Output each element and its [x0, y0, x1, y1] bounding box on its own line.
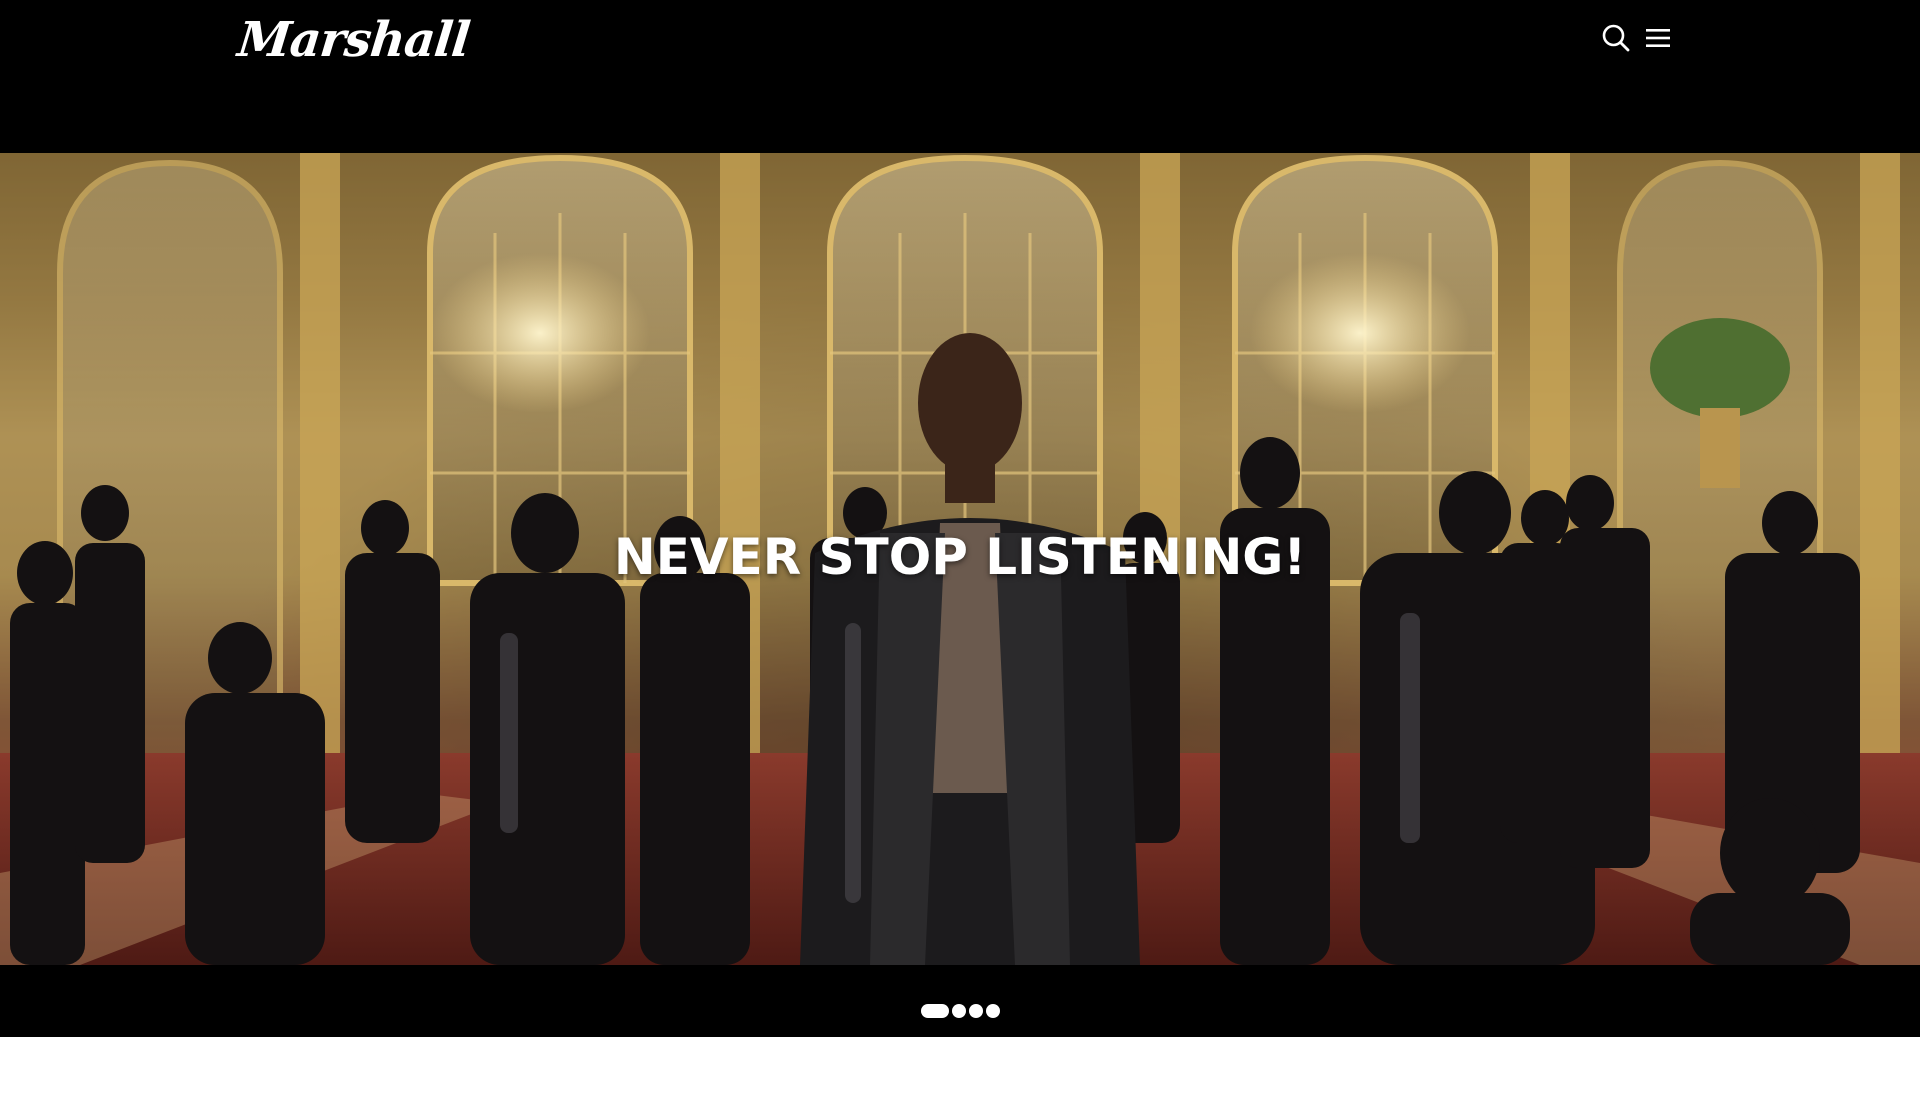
hero-banner[interactable]: NEVER STOP LISTENING! — [0, 153, 1920, 965]
site-header: Marshall — [0, 0, 1920, 153]
brand-logo[interactable]: Marshall — [235, 10, 472, 70]
carousel-strip — [0, 965, 1920, 1037]
carousel-dot-4[interactable] — [985, 1004, 1000, 1018]
content-area — [0, 1037, 1920, 1109]
header-actions — [1600, 22, 1674, 58]
carousel-dot-3[interactable] — [968, 1004, 983, 1018]
carousel-dot-1[interactable] — [920, 1004, 949, 1018]
carousel-dot-2[interactable] — [951, 1004, 966, 1018]
hamburger-menu-icon — [1644, 26, 1672, 55]
carousel-pagination — [0, 1004, 1920, 1018]
menu-button[interactable] — [1642, 22, 1674, 58]
search-button[interactable] — [1600, 22, 1632, 58]
page: Marshall NEVER STOP LISTENING! — [0, 0, 1920, 1109]
hero-title: NEVER STOP LISTENING! — [613, 528, 1307, 586]
search-icon — [1601, 23, 1631, 58]
